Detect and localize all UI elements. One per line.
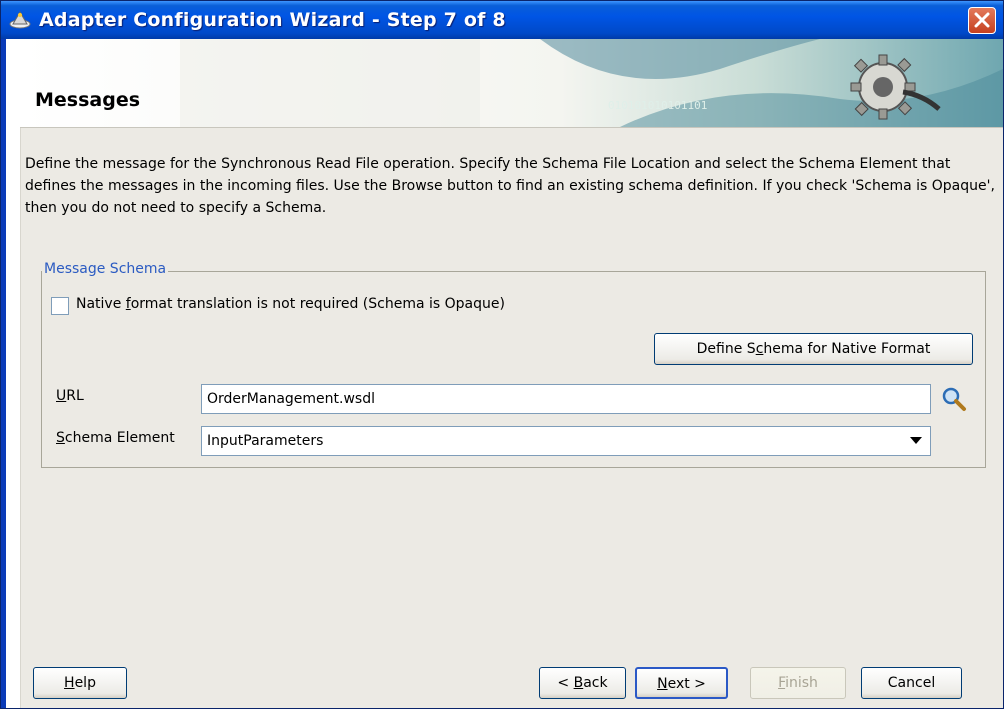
group-legend: Message Schema	[42, 261, 169, 277]
gear-icon	[850, 54, 941, 120]
finish-button[interactable]: Finish	[750, 667, 846, 699]
url-label: URL	[56, 388, 84, 404]
opaque-schema-label[interactable]: Native format translation is not require…	[76, 296, 505, 312]
instructions-text: Define the message for the Synchronous R…	[25, 156, 995, 216]
cancel-button[interactable]: Cancel	[861, 667, 962, 699]
schema-element-value: InputParameters	[207, 433, 324, 449]
url-input[interactable]: OrderManagement.wsdl	[201, 384, 931, 414]
opaque-schema-checkbox[interactable]	[51, 297, 69, 315]
schema-element-select[interactable]: InputParameters	[201, 426, 931, 456]
close-icon	[974, 12, 990, 28]
header-banner: 010101010101101 Messages	[20, 39, 1003, 128]
svg-text:010101010101101: 010101010101101	[608, 99, 707, 112]
next-button[interactable]: Next >	[635, 667, 728, 699]
define-schema-button[interactable]: Define Schema for Native Format	[654, 333, 973, 365]
close-button[interactable]	[968, 7, 996, 34]
page-title: Messages	[35, 89, 141, 111]
left-strip	[1, 39, 21, 708]
title-bar[interactable]: Adapter Configuration Wizard - Step 7 of…	[1, 1, 1003, 39]
help-button[interactable]: Help	[33, 667, 127, 699]
chevron-down-icon[interactable]	[910, 437, 922, 444]
window-title: Adapter Configuration Wizard - Step 7 of…	[39, 9, 506, 31]
wizard-window: Adapter Configuration Wizard - Step 7 of…	[0, 0, 1004, 709]
wizard-hat-icon	[9, 11, 31, 29]
schema-element-label: Schema Element	[56, 430, 175, 446]
back-button[interactable]: < Back	[539, 667, 626, 699]
search-icon[interactable]	[940, 385, 968, 413]
message-schema-group: Message Schema Native format translation…	[41, 261, 986, 468]
